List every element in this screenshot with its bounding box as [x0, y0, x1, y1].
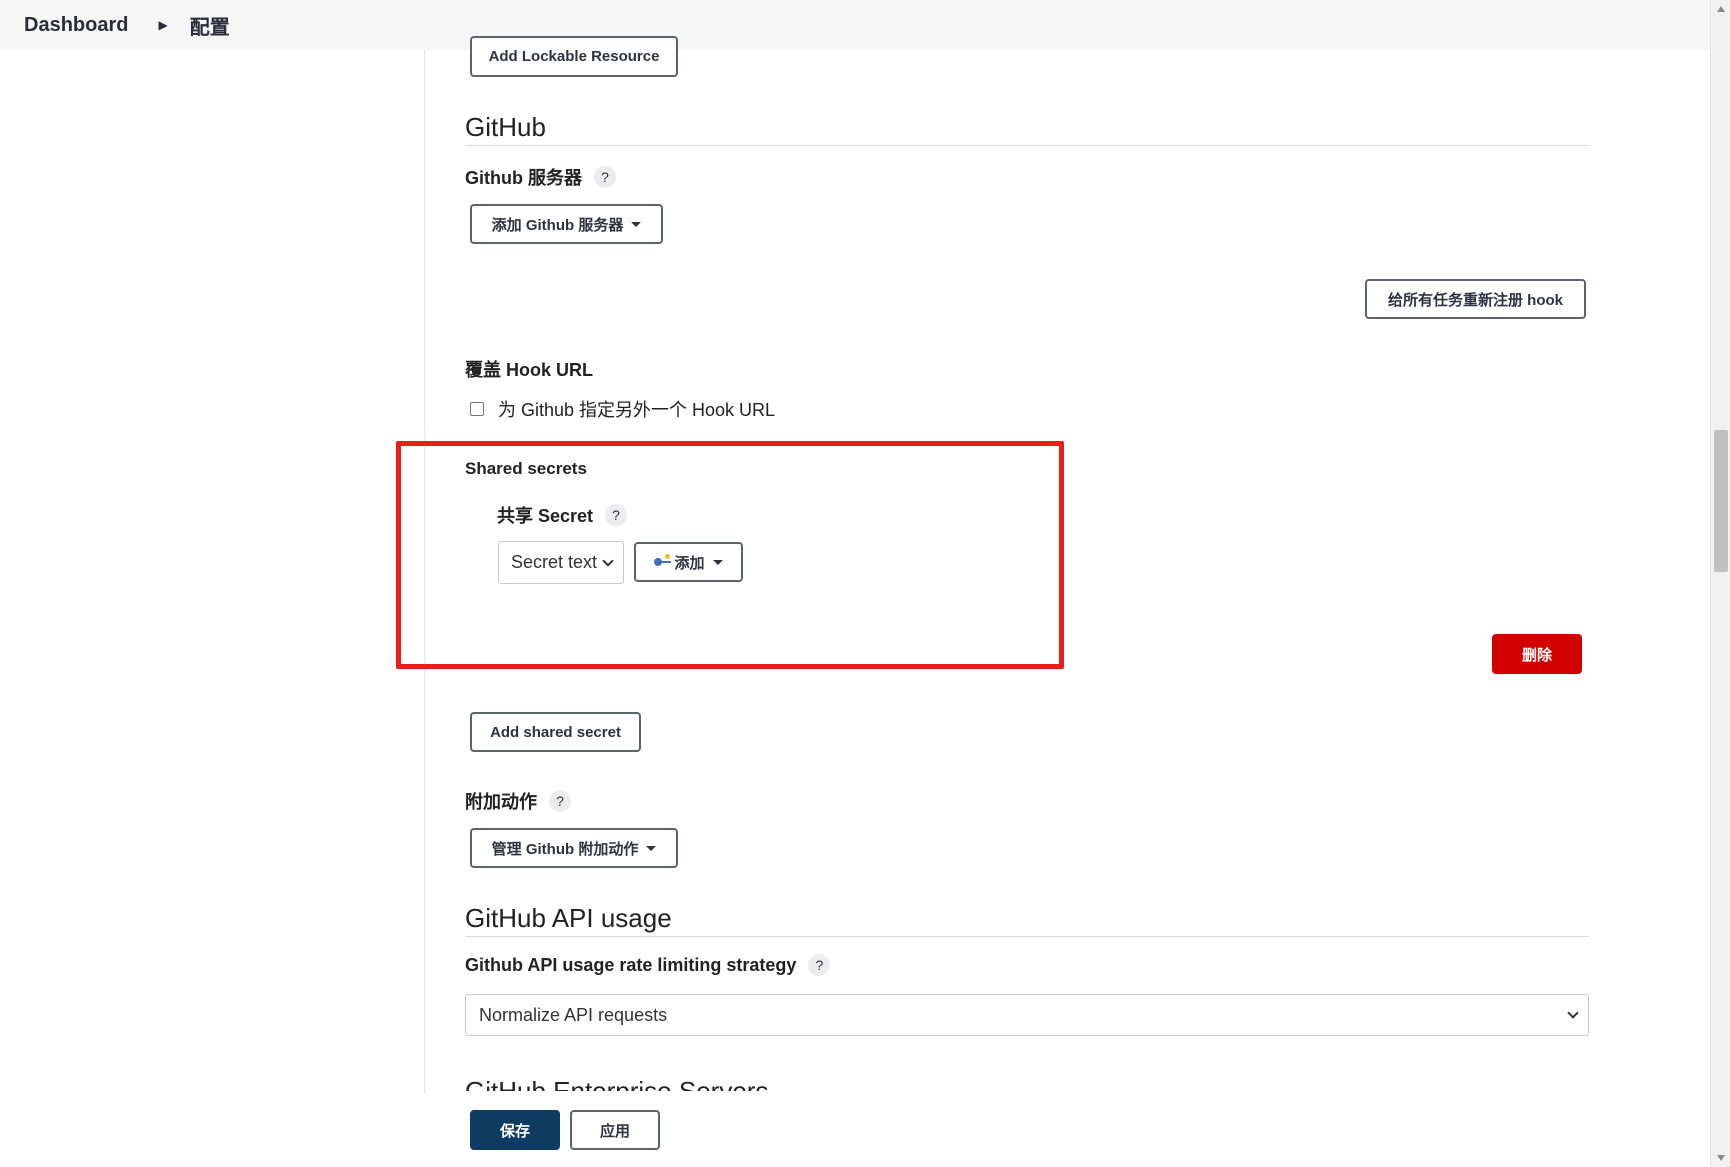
- reregister-hook-button[interactable]: 给所有任务重新注册 hook: [1365, 279, 1586, 319]
- api-strategy-select-value: Normalize API requests: [479, 1004, 668, 1025]
- add-lockable-resource-button[interactable]: Add Lockable Resource: [470, 36, 678, 77]
- api-strategy-select[interactable]: Normalize API requests: [465, 994, 1589, 1036]
- github-servers-label: Github 服务器 ?: [465, 164, 616, 190]
- github-section-divider: [465, 145, 1589, 146]
- help-icon[interactable]: ?: [549, 790, 571, 812]
- manage-github-actions-button[interactable]: 管理 Github 附加动作: [470, 828, 678, 868]
- caret-down-icon: [646, 845, 657, 851]
- scroll-up-arrow-icon[interactable]: [1717, 6, 1725, 12]
- api-strategy-label-text: Github API usage rate limiting strategy: [465, 954, 797, 975]
- breadcrumb-config[interactable]: 配置: [190, 11, 230, 40]
- scroll-down-arrow-icon[interactable]: [1717, 1155, 1725, 1161]
- apply-button[interactable]: 应用: [570, 1110, 660, 1150]
- add-lockable-resource-label: Add Lockable Resource: [488, 48, 660, 65]
- apply-button-label: 应用: [599, 1122, 630, 1140]
- delete-button-label: 删除: [1521, 646, 1552, 664]
- override-hook-checkbox[interactable]: [470, 402, 484, 416]
- scrollbar-thumb[interactable]: [1714, 430, 1728, 572]
- additional-actions-label: 附加动作 ?: [465, 788, 571, 814]
- highlight-annotation-box: [396, 441, 1064, 669]
- override-hook-checkbox-label[interactable]: 为 Github 指定另外一个 Hook URL: [498, 396, 775, 422]
- caret-down-icon: [631, 221, 642, 227]
- add-github-server-button[interactable]: 添加 Github 服务器: [470, 204, 663, 244]
- reregister-hook-label: 给所有任务重新注册 hook: [1388, 291, 1563, 309]
- github-servers-label-text: Github 服务器: [465, 168, 582, 188]
- add-shared-secret-label: Add shared secret: [490, 723, 621, 741]
- api-strategy-label: Github API usage rate limiting strategy …: [465, 954, 831, 976]
- delete-button[interactable]: 删除: [1492, 634, 1582, 674]
- additional-actions-label-text: 附加动作: [465, 792, 537, 812]
- help-icon[interactable]: ?: [593, 166, 616, 188]
- enterprise-section-title: GitHub Enterprise Servers: [465, 1076, 769, 1091]
- vertical-scrollbar[interactable]: [1710, 0, 1730, 1167]
- chevron-down-icon: [1567, 1007, 1579, 1019]
- save-button-label: 保存: [499, 1122, 530, 1140]
- override-hook-row: 为 Github 指定另外一个 Hook URL: [470, 396, 775, 422]
- breadcrumb-dashboard[interactable]: Dashboard: [24, 14, 128, 37]
- save-button[interactable]: 保存: [470, 1110, 560, 1150]
- override-hook-url-label: 覆盖 Hook URL: [465, 360, 593, 380]
- api-usage-section-divider: [465, 936, 1589, 937]
- breadcrumb: Dashboard ▶ 配置: [0, 0, 1710, 50]
- api-usage-section-title: GitHub API usage: [465, 903, 672, 933]
- github-section-title: GitHub: [465, 112, 546, 142]
- manage-github-actions-label: 管理 Github 附加动作: [491, 840, 639, 858]
- bottom-action-bar: [0, 1094, 1710, 1167]
- add-shared-secret-button[interactable]: Add shared secret: [470, 712, 641, 752]
- add-github-server-label: 添加 Github 服务器: [491, 216, 624, 234]
- help-icon[interactable]: ?: [808, 954, 831, 976]
- breadcrumb-separator-icon[interactable]: ▶: [158, 18, 167, 32]
